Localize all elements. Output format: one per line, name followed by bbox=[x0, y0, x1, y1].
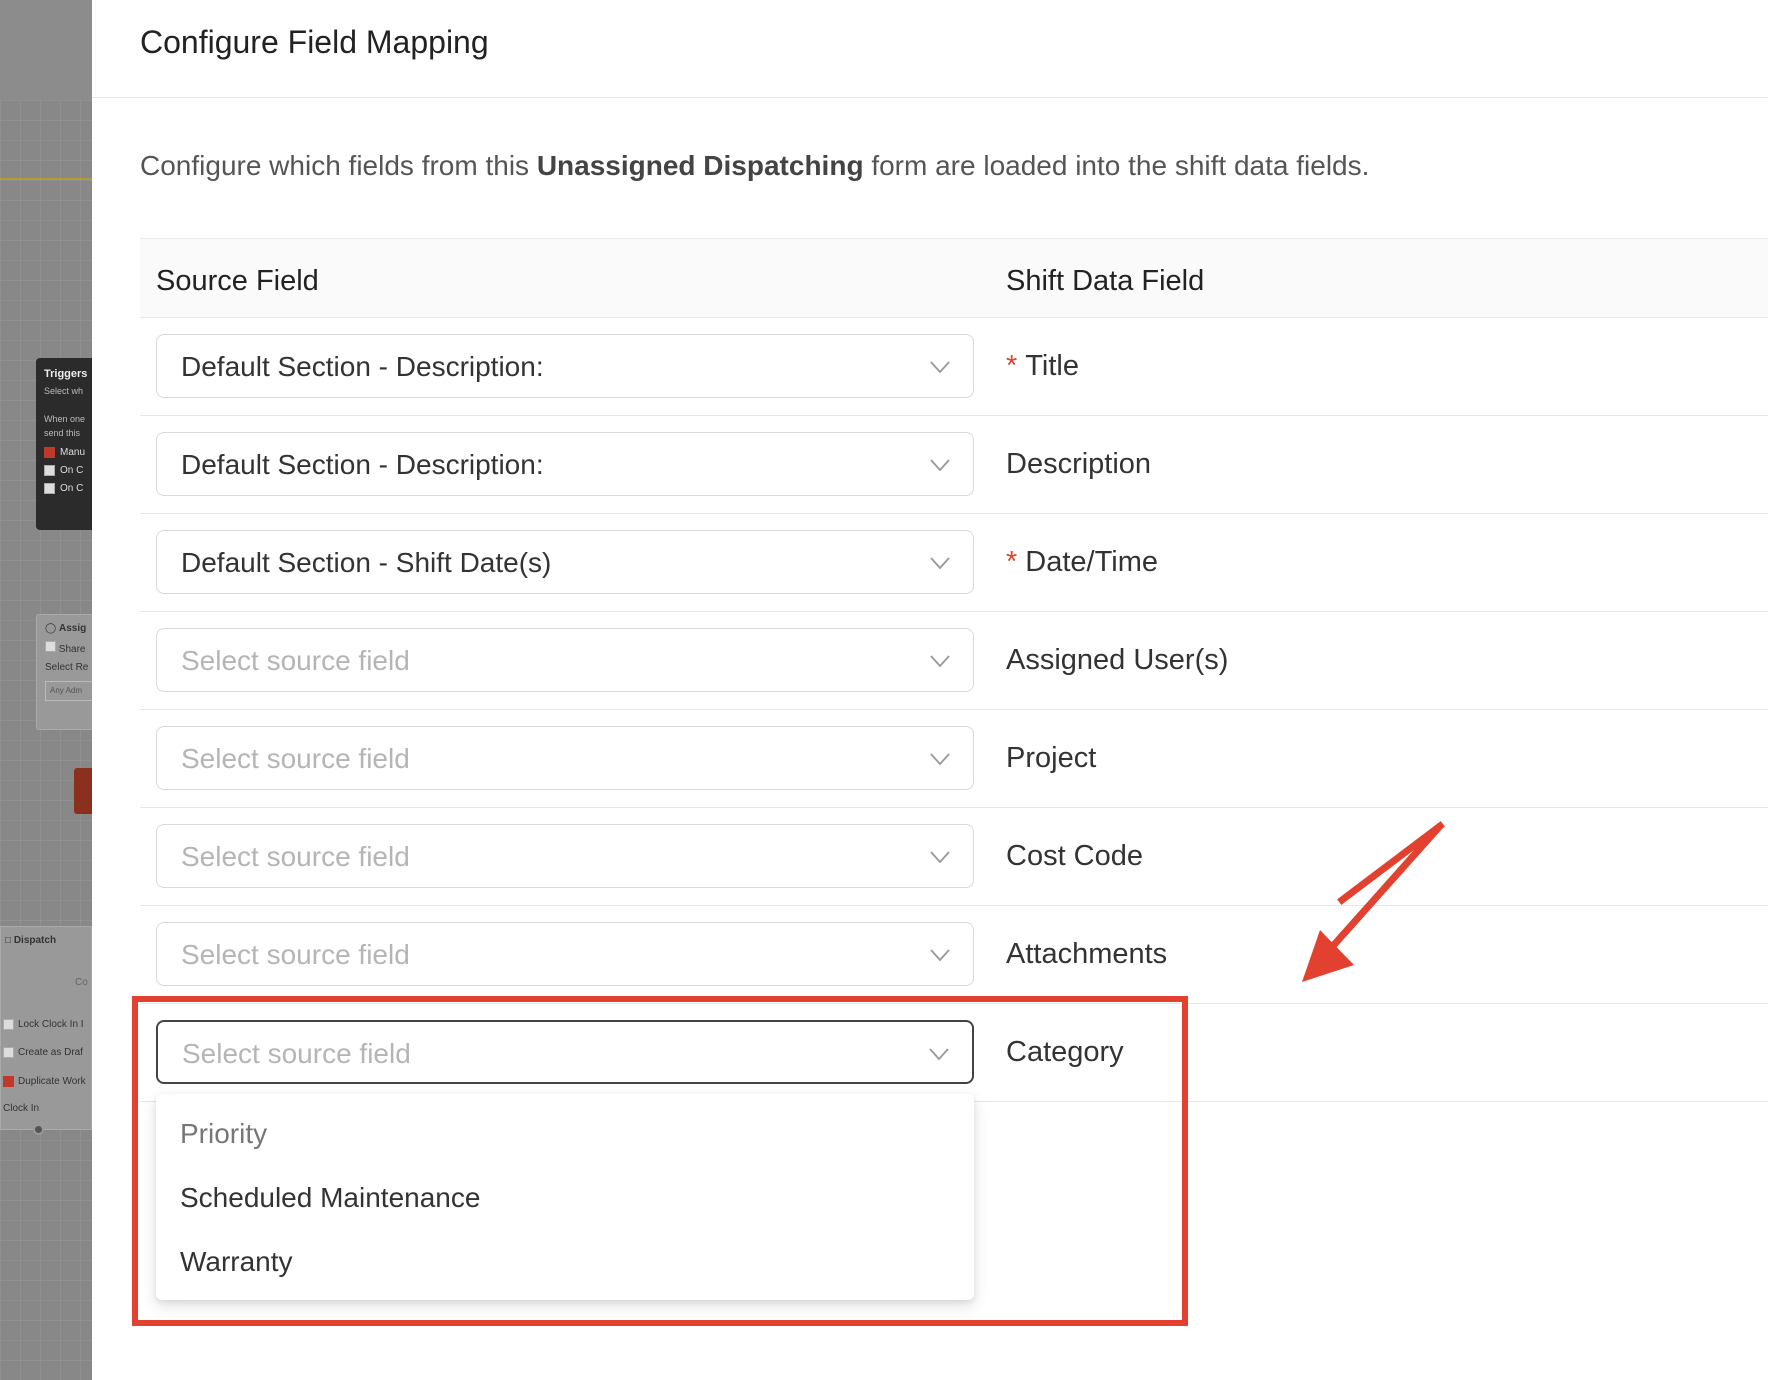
select-placeholder: Select source field bbox=[181, 939, 410, 970]
share-label: Share bbox=[58, 644, 86, 655]
dispatch-option[interactable]: Create as Draf bbox=[3, 1047, 83, 1058]
table-row: Select source field Cost Code bbox=[140, 808, 1768, 906]
background-red-button[interactable] bbox=[74, 768, 92, 814]
shift-field-label: Project bbox=[1006, 742, 1096, 775]
source-field-select[interactable]: Default Section - Shift Date(s) bbox=[156, 530, 974, 594]
triggers-panel: Triggers Select wh When one send this Ma… bbox=[36, 358, 92, 530]
triggers-desc-line: When one bbox=[44, 414, 86, 424]
checkbox-checked[interactable] bbox=[3, 1076, 14, 1087]
clock-in-label: Clock In bbox=[3, 1103, 40, 1114]
background-header bbox=[0, 0, 92, 100]
column-header-source: Source Field bbox=[156, 265, 319, 297]
select-value: Default Section - Description: bbox=[181, 449, 544, 480]
required-marker: * bbox=[1006, 546, 1018, 578]
assign-input[interactable]: Any Adm bbox=[45, 681, 92, 701]
shift-field-name: Description bbox=[1006, 448, 1152, 480]
source-field-select[interactable]: Select source field bbox=[156, 726, 974, 790]
shift-field-label: Attachments bbox=[1006, 938, 1167, 971]
chevron-down-icon bbox=[930, 753, 950, 766]
shift-field-label: * Title bbox=[1006, 350, 1079, 383]
trigger-option-label: On C bbox=[60, 465, 84, 476]
shift-field-name: Project bbox=[1006, 742, 1097, 774]
chevron-down-icon bbox=[930, 557, 950, 570]
dialog-title: Configure Field Mapping bbox=[140, 24, 489, 60]
background-divider bbox=[0, 178, 92, 180]
form-name: Unassigned Dispatching bbox=[536, 150, 864, 181]
shift-field-name: Date/Time bbox=[1025, 546, 1158, 578]
dispatch-title-text: Dispatch bbox=[13, 935, 57, 946]
shift-field-label: Assigned User(s) bbox=[1006, 644, 1228, 677]
shift-field-name: Attachments bbox=[1006, 938, 1168, 970]
chevron-down-icon bbox=[930, 949, 950, 962]
dispatch-option-label: Lock Clock In I bbox=[18, 1019, 84, 1030]
checkbox[interactable] bbox=[3, 1019, 14, 1030]
mapping-table: Source Field Shift Data Field Default Se… bbox=[140, 238, 1768, 1102]
checkbox[interactable] bbox=[3, 1047, 14, 1058]
user-icon: ◯ bbox=[45, 623, 57, 634]
source-field-select[interactable]: Default Section - Description: bbox=[156, 432, 974, 496]
dialog-header: Configure Field Mapping bbox=[92, 0, 1768, 98]
dispatch-option-label: Create as Draf bbox=[18, 1047, 84, 1058]
trigger-option-label: Manu bbox=[60, 447, 86, 458]
source-field-select[interactable]: Select source field bbox=[156, 922, 974, 986]
dispatch-panel: □ Dispatch Co Lock Clock In I Create as … bbox=[0, 926, 92, 1130]
trigger-option[interactable]: On C bbox=[44, 483, 92, 494]
select-placeholder: Select source field bbox=[181, 743, 410, 774]
triggers-subtitle: Select wh bbox=[44, 386, 84, 396]
table-row: Default Section - Description: * Title bbox=[140, 318, 1768, 416]
intro-prefix: Configure which fields from this bbox=[140, 150, 537, 181]
trigger-option[interactable]: On C bbox=[44, 465, 92, 476]
source-field-select[interactable]: Select source field bbox=[156, 824, 974, 888]
triggers-description: When one send this bbox=[44, 412, 92, 440]
shift-field-name: Cost Code bbox=[1006, 840, 1144, 872]
assign-panel: ◯ Assig Share Select Re Any Adm bbox=[36, 614, 92, 730]
select-value: Default Section - Shift Date(s) bbox=[181, 547, 552, 578]
table-row: Select source field Assigned User(s) bbox=[140, 612, 1768, 710]
calendar-icon: □ bbox=[5, 935, 12, 946]
required-marker: * bbox=[1006, 350, 1018, 382]
annotation-highlight-box bbox=[132, 996, 1188, 1326]
checkbox[interactable] bbox=[44, 483, 55, 494]
background-canvas: Triggers Select wh When one send this Ma… bbox=[0, 0, 92, 1380]
dispatch-co: Co bbox=[75, 977, 88, 988]
trigger-option[interactable]: Manu bbox=[44, 447, 92, 458]
shift-field-label: Description bbox=[1006, 448, 1151, 481]
shift-field-name: Title bbox=[1025, 350, 1080, 382]
dispatch-title: □ Dispatch bbox=[5, 935, 56, 946]
intro-suffix: form are loaded into the shift data fiel… bbox=[863, 150, 1370, 181]
checkbox[interactable] bbox=[45, 641, 56, 652]
chevron-down-icon bbox=[930, 851, 950, 864]
shift-field-label: Cost Code bbox=[1006, 840, 1143, 873]
source-field-select[interactable]: Default Section - Description: bbox=[156, 334, 974, 398]
column-header-shift: Shift Data Field bbox=[1006, 265, 1205, 297]
assign-title: Assig bbox=[58, 623, 87, 634]
connector-dot bbox=[33, 1124, 44, 1135]
select-placeholder: Select source field bbox=[181, 841, 410, 872]
chevron-down-icon bbox=[930, 361, 950, 374]
chevron-down-icon bbox=[930, 655, 950, 668]
chevron-down-icon bbox=[930, 459, 950, 472]
select-placeholder: Select source field bbox=[181, 645, 410, 676]
triggers-title: Triggers bbox=[44, 368, 88, 380]
assign-select-label: Select Re bbox=[45, 662, 89, 673]
intro-text: Configure which fields from this Unassig… bbox=[140, 150, 1369, 182]
table-row: Default Section - Shift Date(s) * Date/Ti… bbox=[140, 514, 1768, 612]
dispatch-option[interactable]: Duplicate Work bbox=[3, 1076, 86, 1087]
table-row: Select source field Project bbox=[140, 710, 1768, 808]
source-field-select[interactable]: Select source field bbox=[156, 628, 974, 692]
select-value: Default Section - Description: bbox=[181, 351, 544, 382]
field-mapping-dialog: Configure Field Mapping Configure which … bbox=[92, 0, 1768, 1380]
checkbox[interactable] bbox=[44, 465, 55, 476]
table-header: Source Field Shift Data Field bbox=[140, 238, 1768, 318]
checkbox-checked[interactable] bbox=[44, 447, 55, 458]
dispatch-option[interactable]: Lock Clock In I bbox=[3, 1019, 84, 1030]
dispatch-option-label: Duplicate Work bbox=[18, 1076, 86, 1087]
table-row: Select source field Attachments bbox=[140, 906, 1768, 1004]
shift-field-label: * Date/Time bbox=[1006, 546, 1158, 579]
shift-field-name: Assigned User(s) bbox=[1006, 644, 1229, 676]
triggers-desc-line: send this bbox=[44, 428, 81, 438]
trigger-option-label: On C bbox=[60, 483, 84, 494]
table-row: Default Section - Description: Descripti… bbox=[140, 416, 1768, 514]
